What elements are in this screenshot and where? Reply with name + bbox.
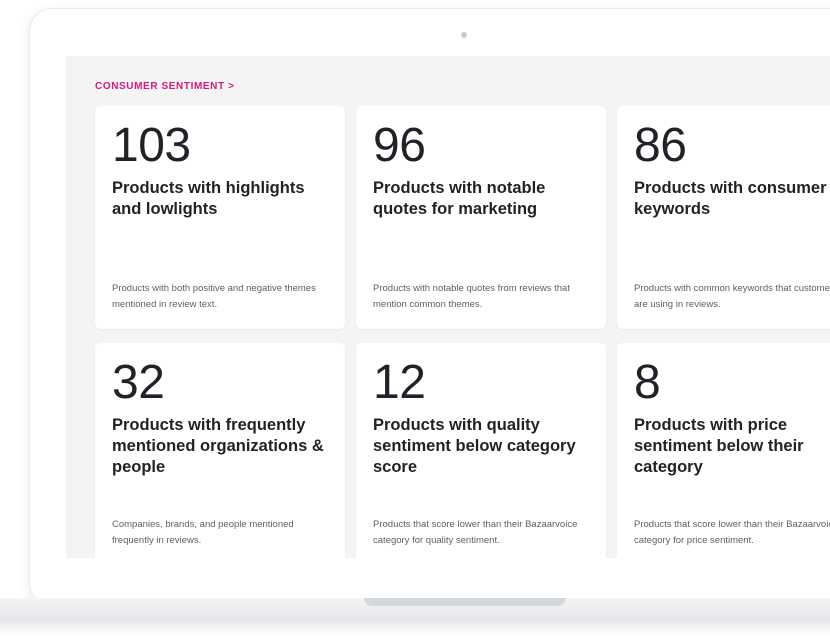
metric-title: Products with notable quotes for marketi… bbox=[373, 179, 546, 218]
metric-value: 86 bbox=[634, 119, 687, 172]
metric-description-line-2: category for price sentiment. bbox=[634, 535, 754, 546]
metric-title: Products with consumer keywords bbox=[634, 179, 827, 218]
metric-value: 12 bbox=[373, 356, 426, 409]
metric-value: 8 bbox=[634, 356, 661, 409]
metric-value: 32 bbox=[112, 356, 165, 409]
metric-description-line-2: are using in reviews. bbox=[634, 299, 721, 310]
laptop-notch bbox=[364, 598, 566, 606]
metric-description-line-1: Products that score lower than their Baz… bbox=[373, 519, 578, 530]
section-header-link[interactable]: CONSUMER SENTIMENT > bbox=[95, 81, 235, 92]
metric-title: Products with quality sentiment below ca… bbox=[373, 416, 576, 476]
metric-description-line-1: Products that score lower than their Baz… bbox=[634, 519, 830, 530]
metric-value: 96 bbox=[373, 119, 426, 172]
metric-card-highlights[interactable]: 103 Products with highlights and lowligh… bbox=[95, 106, 345, 329]
metric-description-line-2: mention common themes. bbox=[373, 299, 483, 310]
metric-card-keywords[interactable]: 86 Products with consumer keywords Produ… bbox=[617, 106, 830, 329]
metric-description-line-2: category for quality sentiment. bbox=[373, 535, 500, 546]
metric-description-line-1: Products with notable quotes from review… bbox=[373, 283, 570, 294]
laptop-shadow bbox=[0, 622, 830, 636]
metric-description-line-1: Companies, brands, and people mentioned bbox=[112, 519, 294, 530]
metric-card-quality-sentiment[interactable]: 12 Products with quality sentiment below… bbox=[356, 343, 606, 558]
metric-description-line-1: Products with common keywords that custo… bbox=[634, 283, 830, 294]
metric-description-line-2: mentioned in review text. bbox=[112, 299, 218, 310]
metric-card-organizations[interactable]: 32 Products with frequently mentioned or… bbox=[95, 343, 345, 558]
dashboard-screen: CONSUMER SENTIMENT > 103 Products with h… bbox=[66, 56, 830, 558]
metric-value: 103 bbox=[112, 119, 191, 172]
metric-card-price-sentiment[interactable]: 8 Products with price sentiment below th… bbox=[617, 343, 830, 558]
metric-description-line-2: frequently in reviews. bbox=[112, 535, 202, 546]
metric-title: Products with highlights and lowlights bbox=[112, 179, 305, 218]
metric-title: Products with price sentiment below thei… bbox=[634, 416, 804, 476]
metric-title: Products with frequently mentioned organ… bbox=[112, 416, 324, 476]
laptop-mockup: CONSUMER SENTIMENT > 103 Products with h… bbox=[0, 0, 830, 636]
camera-icon bbox=[461, 32, 467, 38]
metric-description-line-1: Products with both positive and negative… bbox=[112, 283, 316, 294]
metric-card-quotes[interactable]: 96 Products with notable quotes for mark… bbox=[356, 106, 606, 329]
